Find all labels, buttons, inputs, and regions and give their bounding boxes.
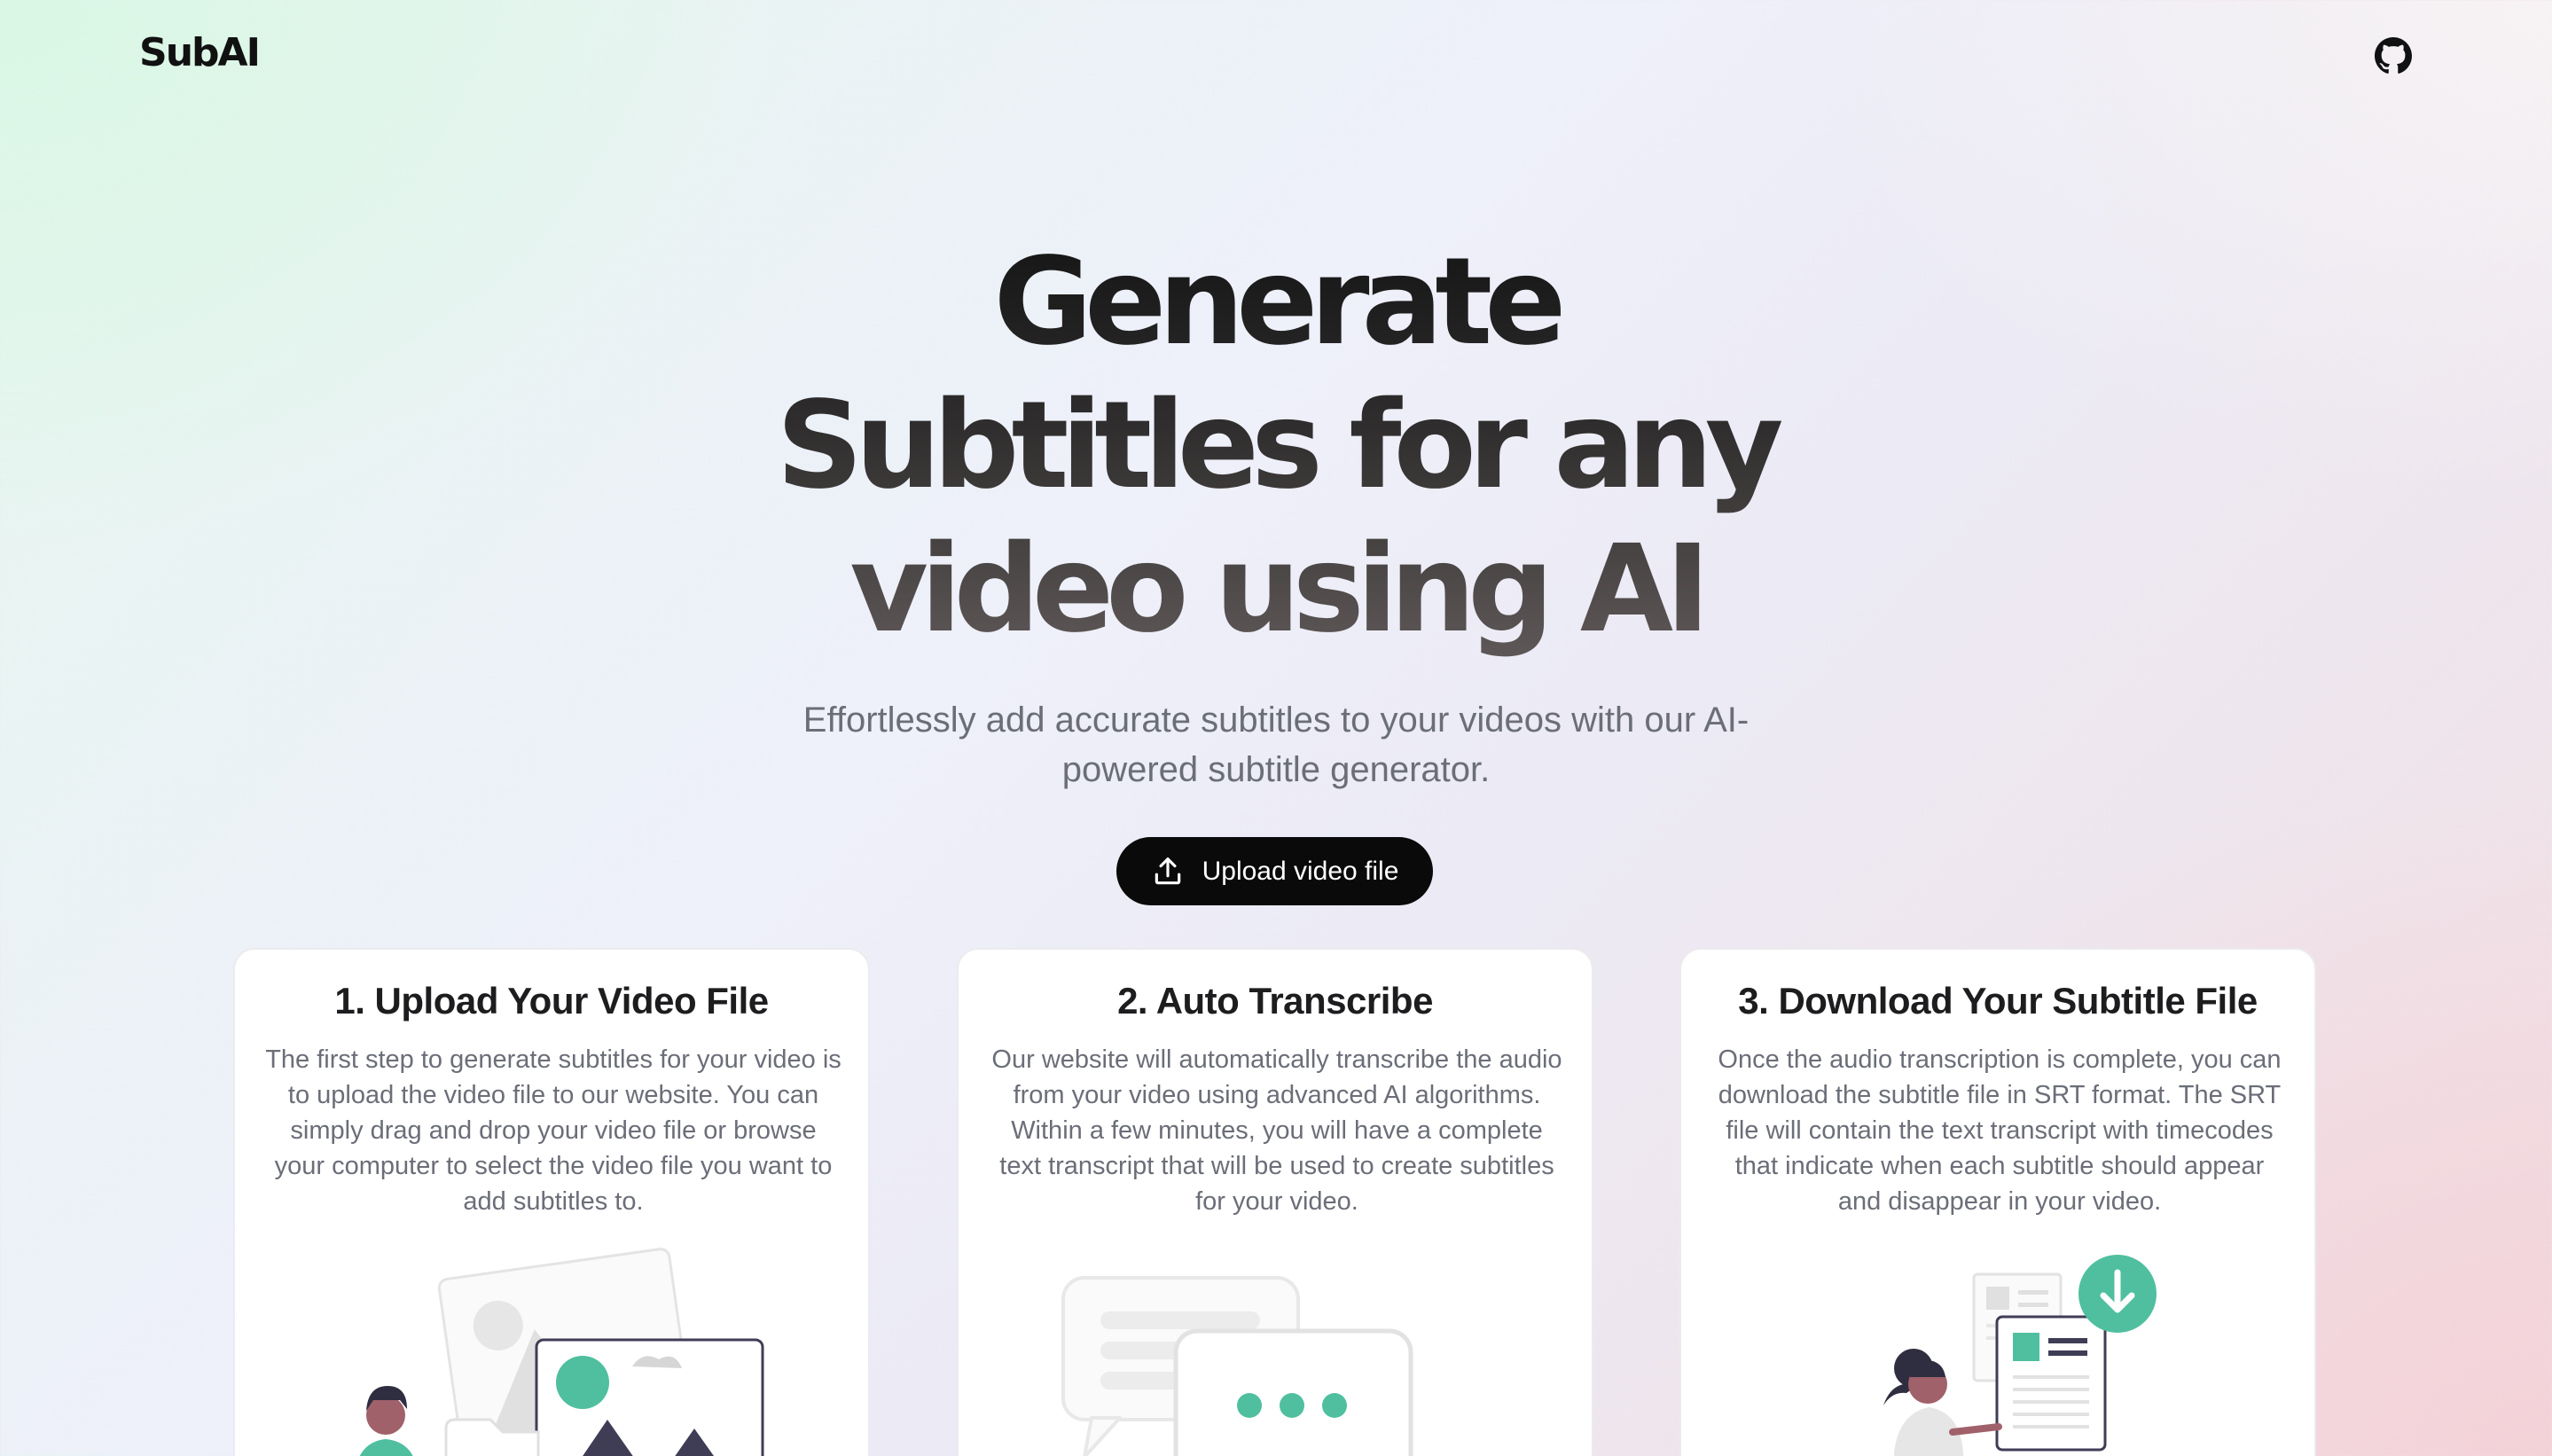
step-description: Our website will automatically transcrib…	[991, 1045, 1562, 1216]
upload-icon	[1155, 857, 1180, 884]
hero-title-line: Generate	[993, 232, 1559, 372]
github-icon[interactable]	[2375, 37, 2412, 74]
step-card-download: 3. Download Your Subtitle File Once the …	[1679, 948, 2316, 1456]
upload-illustration	[359, 1248, 764, 1456]
step-title: 2. Auto Transcribe	[1117, 980, 1433, 1022]
step-description: The first step to generate subtitles for…	[265, 1045, 842, 1216]
step-title: 3. Download Your Subtitle File	[1738, 980, 2258, 1022]
hero-subtitle: Effortlessly add accurate subtitles to y…	[802, 701, 1750, 789]
step-description: Once the audio transcription is complete…	[1718, 1045, 2282, 1216]
logo[interactable]: SubAI	[139, 30, 261, 75]
hero-title-line: video using AI	[849, 520, 1703, 660]
download-illustration	[1883, 1255, 2157, 1456]
step-title: 1. Upload Your Video File	[334, 980, 769, 1022]
hero-title-line: Subtitles for any	[776, 376, 1776, 516]
hero-title: Generate Subtitles for any video using A…	[0, 231, 2552, 661]
site-header: SubAI	[0, 0, 2552, 115]
chat-bubbles-illustration	[1061, 1276, 1413, 1456]
step-card-upload: 1. Upload Your Video File The first step…	[233, 948, 870, 1456]
step-card-transcribe: 2. Auto Transcribe Our website will auto…	[957, 948, 1593, 1456]
upload-video-button[interactable]: Upload video file	[1116, 837, 1433, 905]
upload-button-label: Upload video file	[1202, 856, 1399, 886]
